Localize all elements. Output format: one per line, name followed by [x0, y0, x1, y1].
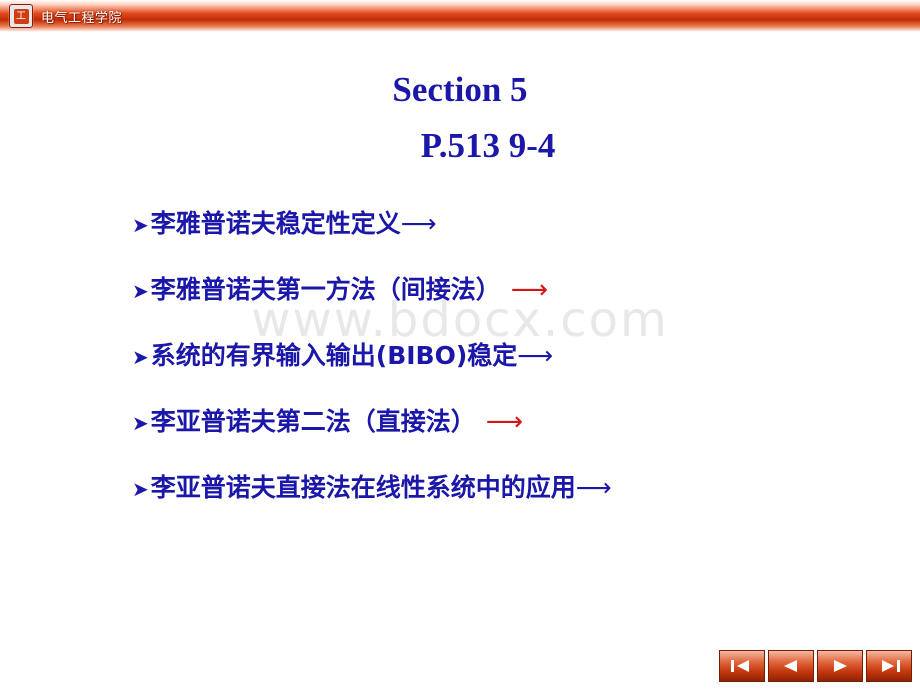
link-arrow-icon[interactable]: ⟶ [486, 407, 523, 437]
link-arrow-icon[interactable]: ⟶ [576, 473, 612, 502]
list-item-label: 李雅普诺夫稳定性定义 [150, 209, 401, 238]
link-arrow-icon[interactable]: ⟶ [401, 209, 437, 238]
list-item[interactable]: ➤ 系统的有界输入输出(BIBO)稳定 ⟶ [0, 336, 920, 402]
bullet-arrow-icon: ➤ [132, 279, 149, 303]
list-item-label: 李雅普诺夫第一方法（间接法） [150, 275, 501, 304]
bullet-list: ➤ 李雅普诺夫稳定性定义 ⟶ ➤ 李雅普诺夫第一方法（间接法） ⟶ ➤ 系统的有… [0, 204, 920, 534]
list-item[interactable]: ➤ 李亚普诺夫直接法在线性系统中的应用 ⟶ [0, 468, 920, 534]
bullet-arrow-icon: ➤ [132, 411, 149, 435]
next-slide-icon [834, 660, 847, 672]
last-slide-icon [882, 660, 900, 672]
header-banner: 工 电气工程学院 [0, 0, 920, 32]
school-logo-glyph: 工 [13, 8, 29, 24]
list-item-label: 李亚普诺夫直接法在线性系统中的应用 [150, 473, 576, 502]
first-slide-button[interactable] [719, 650, 765, 682]
list-item[interactable]: ➤ 李雅普诺夫稳定性定义 ⟶ [0, 204, 920, 270]
bullet-arrow-icon: ➤ [132, 213, 149, 237]
link-arrow-icon[interactable]: ⟶ [511, 275, 548, 305]
first-slide-icon [731, 660, 749, 672]
previous-slide-icon [784, 660, 797, 672]
list-item[interactable]: ➤ 李雅普诺夫第一方法（间接法） ⟶ [0, 270, 920, 336]
list-item-label: 系统的有界输入输出(BIBO)稳定 [150, 341, 518, 370]
list-item[interactable]: ➤ 李亚普诺夫第二法（直接法） ⟶ [0, 402, 920, 468]
bullet-arrow-icon: ➤ [132, 477, 149, 501]
slide-navigation-bar [719, 650, 912, 682]
previous-slide-button[interactable] [768, 650, 814, 682]
title-line-1: Section 5 [392, 70, 528, 109]
school-name-label: 电气工程学院 [41, 10, 123, 26]
link-arrow-icon[interactable]: ⟶ [517, 341, 553, 370]
bullet-arrow-icon: ➤ [132, 345, 149, 369]
page-title: Section 5 P.513 9-4 [0, 62, 920, 174]
title-line-2: P.513 9-4 [420, 126, 556, 165]
list-item-label: 李亚普诺夫第二法（直接法） [150, 407, 476, 436]
last-slide-button[interactable] [866, 650, 912, 682]
school-logo-icon: 工 [9, 4, 33, 28]
next-slide-button[interactable] [817, 650, 863, 682]
